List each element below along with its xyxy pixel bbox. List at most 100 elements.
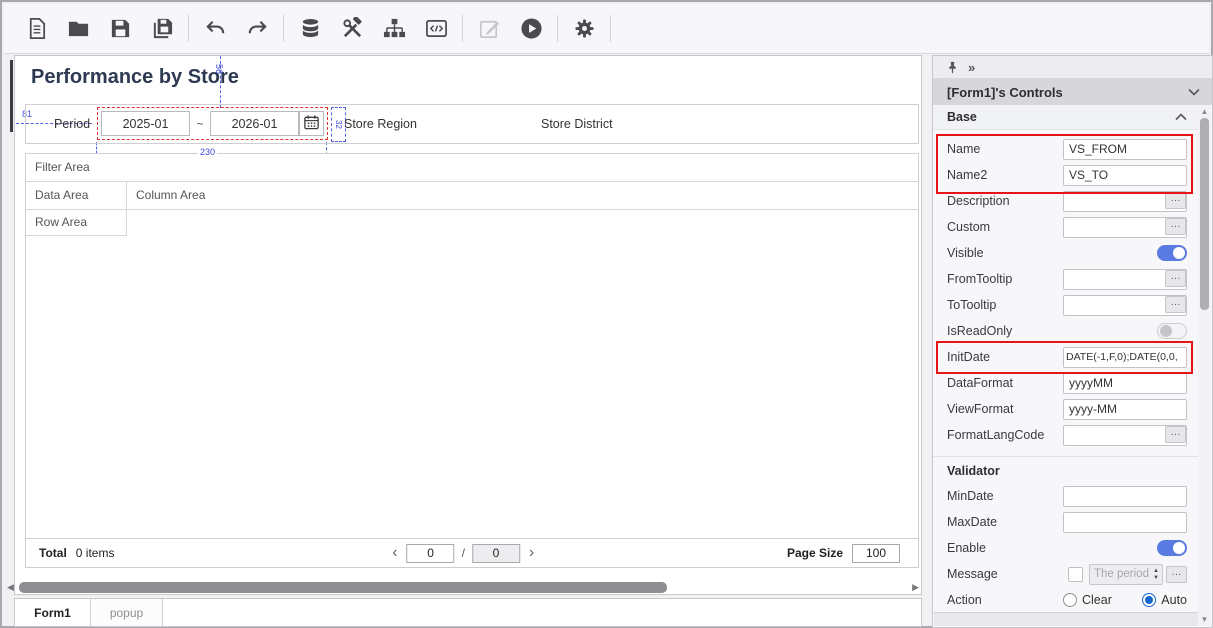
description-ellipsis-button[interactable]: ··· — [1165, 192, 1186, 209]
spinner-icon[interactable]: ▲▼ — [1151, 566, 1161, 583]
prop-row-mindate: MinDate — [933, 483, 1198, 509]
tab-form1[interactable]: Form1 — [15, 599, 91, 626]
base-section-label: Base — [947, 110, 977, 124]
action-clear-option[interactable]: Clear — [1063, 593, 1112, 607]
redo-button[interactable] — [244, 16, 270, 42]
name2-input[interactable] — [1063, 165, 1187, 186]
prev-page-button[interactable]: ‹ — [390, 544, 399, 562]
enable-toggle-on[interactable] — [1157, 540, 1187, 556]
grid-footer: Total 0 items ‹ / › Page Size — [26, 538, 918, 567]
date-from-input[interactable] — [101, 111, 190, 136]
pin-icon[interactable] — [946, 61, 959, 74]
run-icon — [520, 17, 543, 40]
formatlangcode-ellipsis-button[interactable]: ··· — [1165, 426, 1186, 443]
fromtooltip-ellipsis-button[interactable]: ··· — [1165, 270, 1186, 287]
current-page-input[interactable] — [407, 544, 455, 563]
run-button[interactable] — [518, 16, 544, 42]
pivot-grid: Filter Area Data Area Column Area Row Ar… — [25, 153, 919, 568]
store-district-label: Store District — [541, 105, 613, 143]
scroll-down-icon[interactable]: ▼ — [1198, 615, 1211, 624]
validator-section: Validator MinDate MaxDate Enable Message — [933, 456, 1198, 613]
horizontal-scroll-thumb[interactable] — [19, 582, 667, 593]
open-folder-button[interactable] — [65, 16, 91, 42]
page-size-input[interactable] — [852, 544, 900, 563]
viewformat-input[interactable] — [1063, 399, 1187, 420]
save-all-button[interactable] — [149, 16, 175, 42]
run-tool-group — [463, 16, 557, 42]
calendar-icon — [303, 114, 320, 134]
next-page-button[interactable]: › — [527, 544, 536, 562]
message-checkbox-unchecked[interactable] — [1068, 567, 1083, 582]
code-editor-button[interactable] — [423, 16, 449, 42]
chevron-up-icon — [1175, 113, 1187, 121]
prop-row-action: Action Clear Auto — [933, 587, 1198, 613]
prop-label: MaxDate — [947, 515, 1063, 529]
action-radio-group: Clear Auto — [1063, 593, 1187, 607]
file-tool-group — [10, 16, 188, 42]
form-tabs: Form1 popup — [14, 598, 922, 627]
total-pages-input[interactable] — [472, 544, 520, 563]
pager: ‹ / › — [390, 544, 536, 563]
panel-scroll-thumb[interactable] — [1200, 118, 1209, 310]
page-title: Performance by Store — [31, 66, 239, 89]
message-ellipsis-button[interactable]: ··· — [1166, 566, 1187, 583]
build-tools-button[interactable] — [339, 16, 365, 42]
base-section-header[interactable]: Base — [933, 105, 1198, 130]
scroll-left-icon[interactable]: ◀ — [7, 582, 14, 593]
isreadonly-toggle-off[interactable] — [1157, 323, 1187, 339]
data-area-cell[interactable]: Data Area — [26, 182, 127, 209]
initdate-input[interactable] — [1063, 347, 1187, 368]
totooltip-ellipsis-button[interactable]: ··· — [1165, 296, 1186, 313]
chevron-down-icon — [1188, 88, 1200, 96]
properties-panel: » [Form1]'s Controls Base Name Name2 Des… — [932, 55, 1213, 628]
save-button[interactable] — [107, 16, 133, 42]
new-file-button[interactable] — [23, 16, 49, 42]
prop-row-name: Name — [933, 136, 1198, 162]
database-button[interactable] — [297, 16, 323, 42]
prop-row-viewformat: ViewFormat — [933, 396, 1198, 422]
filter-bar: Period ~ 32 Store Region Store District — [25, 104, 919, 144]
undo-button[interactable] — [202, 16, 228, 42]
page-size-group: Page Size — [787, 544, 900, 563]
radio-selected-icon — [1142, 593, 1156, 607]
name-input[interactable] — [1063, 139, 1187, 160]
horizontal-scrollbar[interactable]: ◀ ▶ — [7, 581, 919, 594]
hierarchy-button[interactable] — [381, 16, 407, 42]
prop-row-isreadonly: IsReadOnly — [933, 318, 1198, 344]
build-tool-group — [284, 16, 462, 42]
open-folder-icon — [67, 17, 90, 40]
page-separator: / — [462, 546, 465, 560]
maxdate-input[interactable] — [1063, 512, 1187, 533]
row-area-cell[interactable]: Row Area — [26, 210, 127, 236]
panel-vertical-scrollbar[interactable]: ▲ ▼ — [1198, 105, 1211, 626]
date-to-input[interactable] — [210, 111, 299, 136]
calendar-button[interactable] — [299, 111, 324, 136]
build-tools-icon — [341, 17, 364, 40]
edit-button[interactable] — [476, 16, 502, 42]
mindate-input[interactable] — [1063, 486, 1187, 507]
period-date-range-control[interactable]: ~ — [97, 107, 328, 140]
prop-label: ToTooltip — [947, 298, 1063, 312]
controls-header[interactable]: [Form1]'s Controls — [933, 79, 1212, 105]
undo-tool-group — [189, 16, 283, 42]
tab-popup[interactable]: popup — [91, 599, 163, 626]
filter-area-cell[interactable]: Filter Area — [26, 154, 918, 182]
visible-toggle-on[interactable] — [1157, 245, 1187, 261]
action-auto-option[interactable]: Auto — [1142, 593, 1187, 607]
custom-ellipsis-button[interactable]: ··· — [1165, 218, 1186, 235]
scroll-right-icon[interactable]: ▶ — [912, 582, 919, 593]
radio-label: Auto — [1161, 593, 1187, 607]
total-value: 0 items — [67, 546, 115, 560]
new-file-icon — [25, 17, 48, 40]
store-region-label: Store Region — [344, 105, 417, 143]
column-area-cell[interactable]: Column Area — [127, 182, 205, 209]
edit-icon — [478, 17, 501, 40]
radio-unselected-icon — [1063, 593, 1077, 607]
settings-button[interactable] — [571, 16, 597, 42]
save-icon — [109, 17, 132, 40]
collapse-panel-icon[interactable]: » — [968, 61, 975, 74]
prop-label: InitDate — [947, 350, 1063, 364]
design-canvas[interactable]: Performance by Store 56 81 230 Period ~ … — [14, 55, 922, 595]
dataformat-input[interactable] — [1063, 373, 1187, 394]
scroll-up-icon[interactable]: ▲ — [1198, 107, 1211, 116]
